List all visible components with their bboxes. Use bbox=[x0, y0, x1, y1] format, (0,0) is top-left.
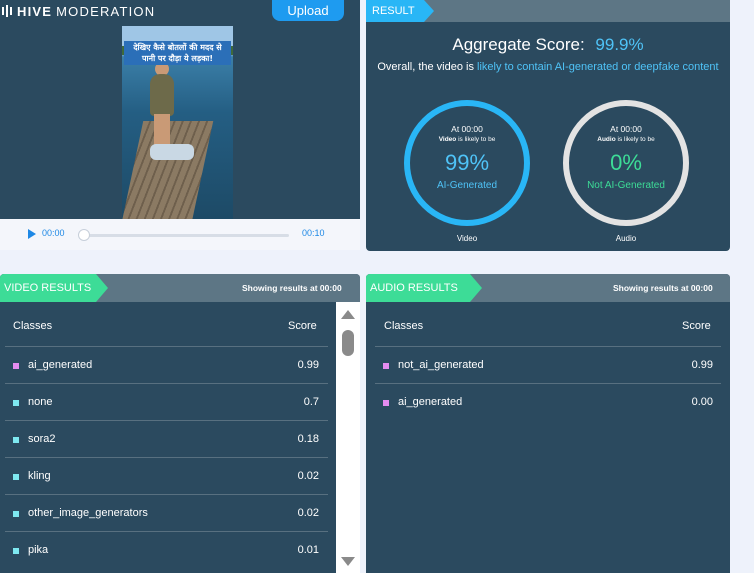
video-results-panel: VIDEO RESULTS Showing results at 00:00 C… bbox=[0, 274, 360, 573]
seek-knob[interactable] bbox=[78, 229, 90, 241]
video-result-row-class: sora2 bbox=[28, 433, 56, 445]
video-player-controls: 00:00 00:10 bbox=[0, 219, 360, 250]
video-ring-likely: Video is likely to be bbox=[410, 136, 524, 143]
video-result-row: ai_generated 0.99 bbox=[5, 346, 328, 383]
video-scene-legs bbox=[154, 114, 170, 146]
audio-results-tab: AUDIO RESULTS bbox=[366, 274, 482, 302]
audio-ring-percent: 0% bbox=[610, 150, 642, 175]
video-ring-caption: Video bbox=[456, 234, 478, 243]
audio-results-table: not_ai_generated 0.99 ai_generated 0.00 bbox=[375, 346, 721, 420]
audio-ring-time: At 00:00 bbox=[610, 124, 642, 134]
audio-results-showing: Showing results at 00:00 bbox=[613, 283, 713, 293]
video-result-row-score: 0.01 bbox=[297, 544, 319, 556]
scroll-thumb[interactable] bbox=[342, 330, 354, 356]
video-ring-percent: 99% bbox=[444, 150, 490, 175]
audio-col-score: Score bbox=[682, 320, 711, 332]
video-col-score: Score bbox=[288, 320, 317, 332]
audio-ring-likely: Audio is likely to be bbox=[569, 136, 683, 143]
video-ring-verdict: AI-Generated bbox=[436, 180, 498, 191]
video-col-classes: Classes bbox=[13, 320, 53, 332]
video-ring-likely-text: is likely to be bbox=[458, 136, 496, 143]
seek-track[interactable] bbox=[84, 234, 289, 237]
video-result-row-score: 0.7 bbox=[303, 396, 319, 408]
video-ring-subject: Video bbox=[438, 136, 457, 143]
audio-col-classes: Classes bbox=[384, 320, 424, 332]
video-result-row: sora2 0.18 bbox=[5, 420, 328, 457]
video-result-row-swatch bbox=[13, 437, 19, 443]
audio-results-panel: AUDIO RESULTS Showing results at 00:00 C… bbox=[366, 274, 730, 573]
upload-button[interactable]: Upload bbox=[272, 0, 344, 21]
audio-ring-caption: Audio bbox=[615, 234, 637, 243]
audio-results-header: AUDIO RESULTS Showing results at 00:00 bbox=[366, 274, 730, 302]
video-result-row-swatch bbox=[13, 363, 19, 369]
video-result-row-class: other_image_generators bbox=[28, 507, 148, 519]
video-result-row-swatch bbox=[13, 400, 19, 406]
video-preview[interactable]: देखिए कैसे बोतलों की मदद से पानी पर दौड़… bbox=[122, 26, 233, 219]
video-result-row-class: pika bbox=[28, 544, 49, 556]
video-result-row-class: none bbox=[28, 396, 53, 408]
brand-name-bold: HIVE bbox=[17, 3, 53, 19]
video-result-row-score: 0.18 bbox=[297, 433, 319, 445]
video-results-tab: VIDEO RESULTS bbox=[0, 274, 108, 302]
result-panel: RESULT Aggregate Score: 99.9% Overall, t… bbox=[366, 0, 730, 251]
video-results-scrollbar[interactable] bbox=[336, 302, 360, 573]
result-tab: RESULT bbox=[366, 0, 434, 22]
video-results-header: VIDEO RESULTS Showing results at 00:00 bbox=[0, 274, 360, 302]
audio-result-row: not_ai_generated 0.99 bbox=[375, 346, 721, 383]
video-caption: देखिए कैसे बोतलों की मदद से पानी पर दौड़… bbox=[124, 41, 231, 65]
duration-time: 00:10 bbox=[302, 228, 325, 238]
video-scene-bottles bbox=[150, 144, 194, 160]
aggregate-label: Aggregate Score: bbox=[452, 35, 585, 54]
video-result-row: pika 0.01 bbox=[5, 531, 328, 568]
video-results-showing: Showing results at 00:00 bbox=[242, 283, 342, 293]
video-caption-line1: देखिए कैसे बोतलों की मदद से bbox=[133, 43, 222, 52]
video-result-row-swatch bbox=[13, 548, 19, 554]
audio-result-row-swatch bbox=[383, 400, 389, 406]
video-result-row: other_image_generators 0.02 bbox=[5, 494, 328, 531]
hive-bars-icon bbox=[2, 5, 12, 17]
video-result-row-class: kling bbox=[28, 470, 51, 482]
video-ring-time: At 00:00 bbox=[451, 124, 483, 134]
video-score-ring: At 00:00 Video is likely to be 99% AI-Ge… bbox=[404, 100, 530, 226]
audio-result-row-class: not_ai_generated bbox=[398, 359, 484, 371]
video-result-row: kling 0.02 bbox=[5, 457, 328, 494]
current-time: 00:00 bbox=[42, 228, 65, 238]
audio-result-row: ai_generated 0.00 bbox=[375, 383, 721, 420]
video-scene-person bbox=[150, 74, 174, 116]
scroll-up-icon[interactable] bbox=[341, 310, 355, 319]
overall-summary: Overall, the video is likely to contain … bbox=[366, 59, 730, 76]
overall-prefix: Overall, the video is bbox=[377, 61, 474, 73]
audio-score-ring: At 00:00 Audio is likely to be 0% Not AI… bbox=[563, 100, 689, 226]
scroll-down-icon[interactable] bbox=[341, 557, 355, 566]
audio-result-row-score: 0.00 bbox=[691, 396, 713, 408]
audio-result-row-class: ai_generated bbox=[398, 396, 463, 408]
audio-result-row-swatch bbox=[383, 363, 389, 369]
media-panel: HIVE MODERATION Upload देखिए कैसे बोतलों… bbox=[0, 0, 360, 250]
aggregate-value: 99.9% bbox=[595, 35, 644, 54]
video-result-row-swatch bbox=[13, 511, 19, 517]
overall-highlight: likely to contain AI-generated or deepfa… bbox=[477, 61, 719, 73]
aggregate-score: Aggregate Score: 99.9% bbox=[366, 35, 730, 55]
video-result-row-score: 0.99 bbox=[297, 359, 319, 371]
video-caption-line2: पानी पर दौड़ा ये लड़का! bbox=[142, 54, 213, 63]
result-header: RESULT bbox=[366, 0, 730, 22]
video-result-row-swatch bbox=[13, 474, 19, 480]
video-result-row-score: 0.02 bbox=[297, 470, 319, 482]
audio-result-row-score: 0.99 bbox=[691, 359, 713, 371]
brand-logo: HIVE MODERATION bbox=[2, 3, 155, 19]
play-icon[interactable] bbox=[28, 229, 36, 239]
audio-ring-subject: Audio bbox=[597, 136, 616, 143]
video-results-table: ai_generated 0.99 none 0.7 sora2 0.18 kling 0.0… bbox=[5, 346, 328, 568]
brand-name-rest: MODERATION bbox=[56, 3, 156, 19]
video-result-row-class: ai_generated bbox=[28, 359, 93, 371]
audio-ring-verdict: Not AI-Generated bbox=[587, 180, 665, 191]
video-result-row-score: 0.02 bbox=[297, 507, 319, 519]
video-result-row: none 0.7 bbox=[5, 383, 328, 420]
audio-ring-likely-text: is likely to be bbox=[617, 136, 655, 143]
